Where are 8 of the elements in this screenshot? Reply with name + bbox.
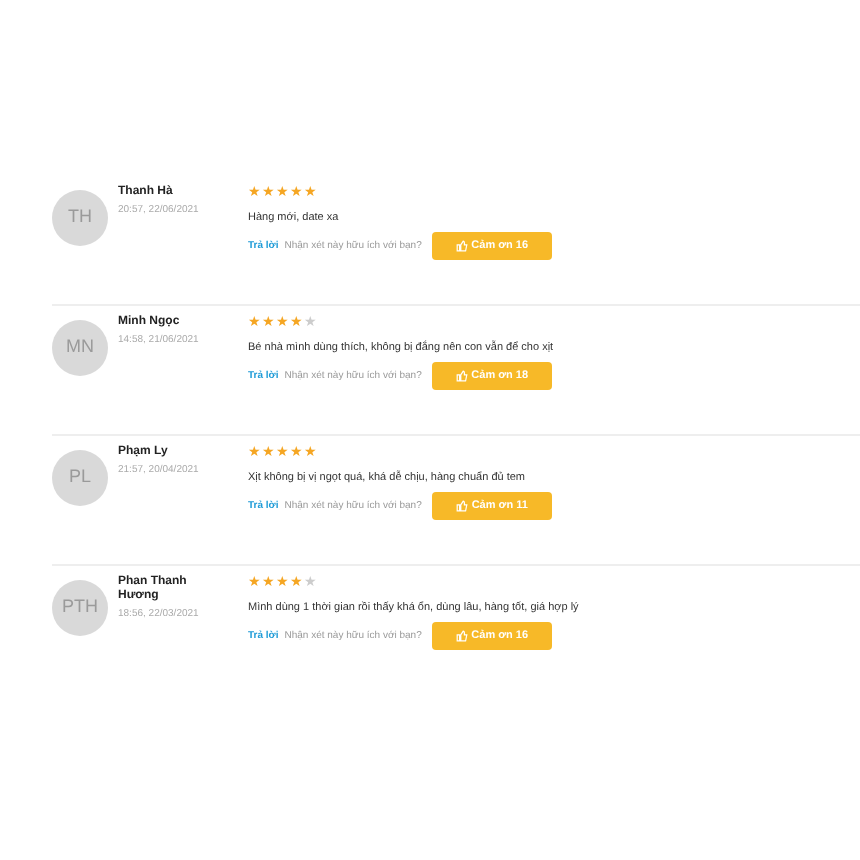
avatar: PL (52, 450, 108, 506)
avatar: MN (52, 320, 108, 376)
thumbs-up-icon (455, 630, 468, 643)
thumbs-up-icon (455, 240, 468, 253)
avatar: PTH (52, 580, 108, 636)
avatar: TH (52, 190, 108, 246)
thumbs-up-icon (455, 370, 468, 383)
thumbs-up-icon (455, 500, 468, 513)
